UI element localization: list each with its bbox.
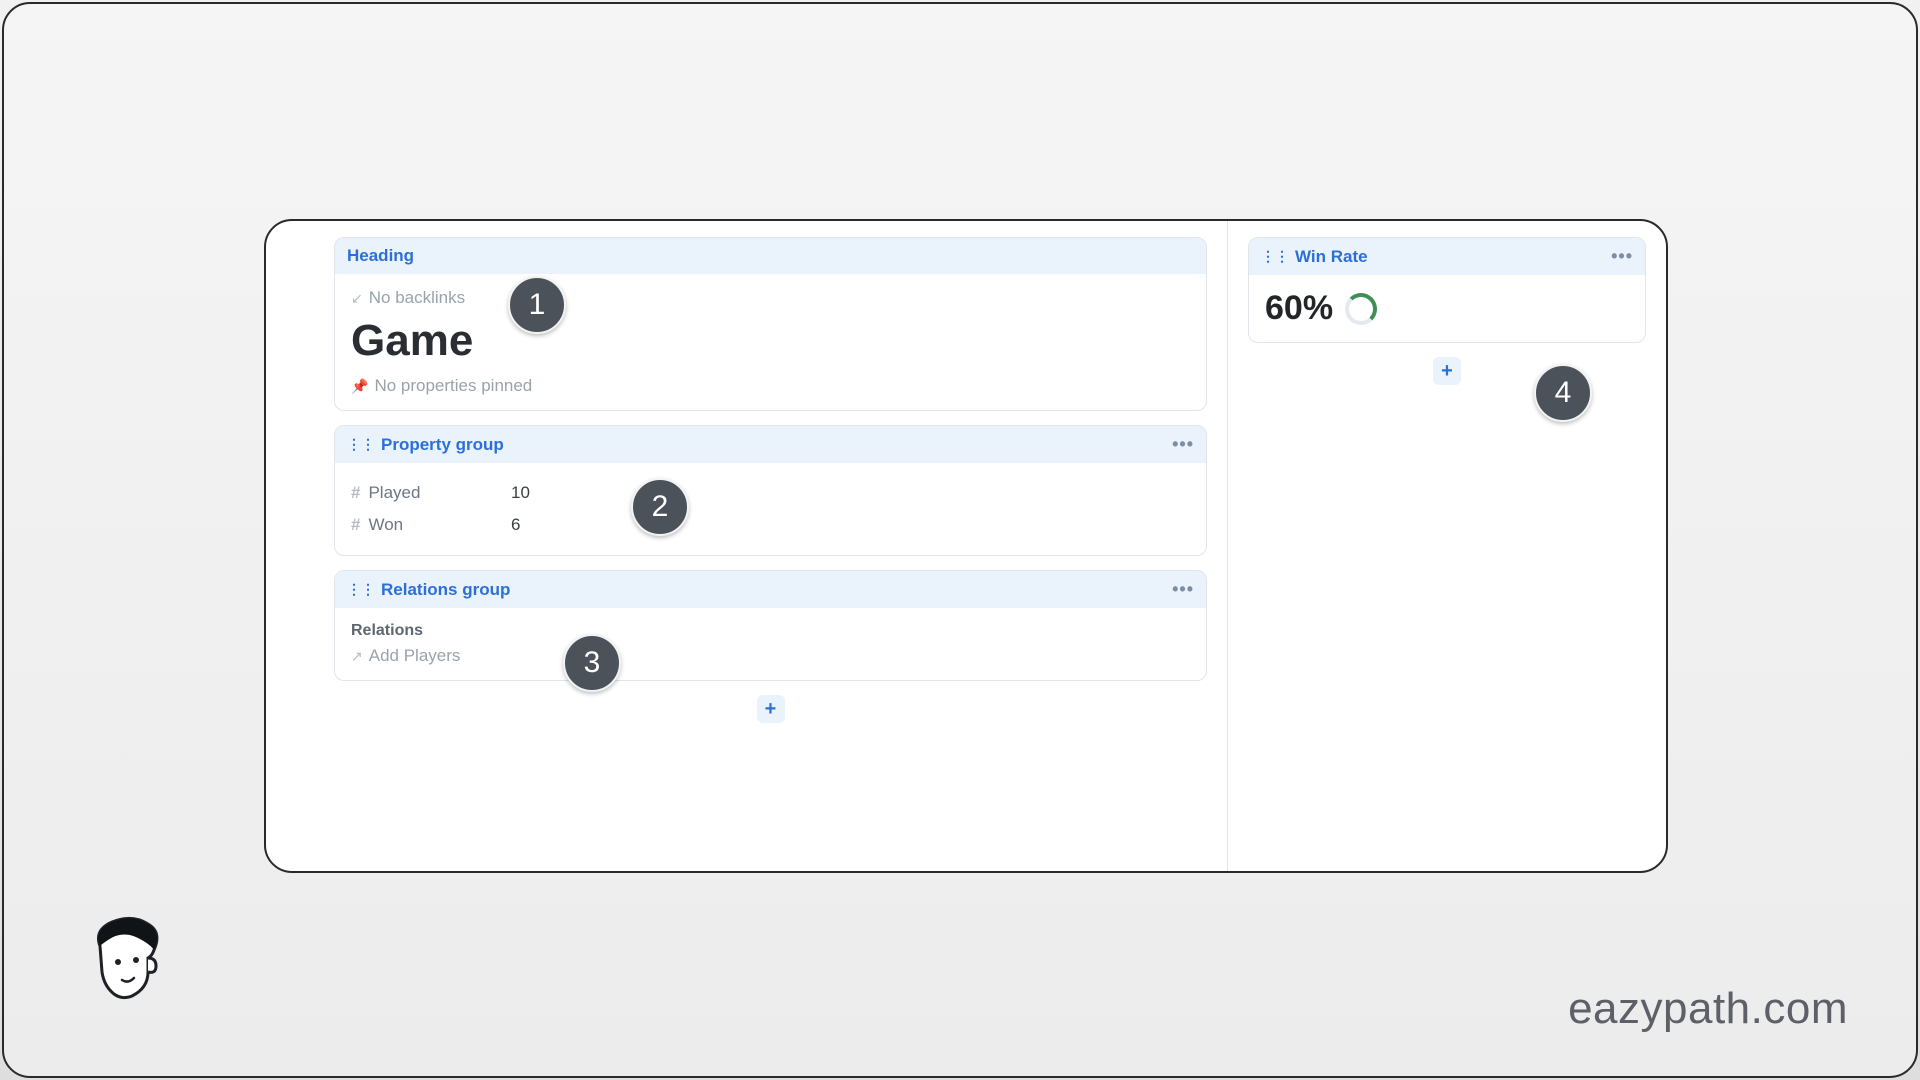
page-title[interactable]: Game	[351, 316, 1190, 366]
avatar	[82, 916, 168, 1014]
winrate-value: 60%	[1265, 289, 1333, 328]
left-column: Heading ↙ No backlinks Game 📌 No propert…	[266, 221, 1228, 871]
winrate-menu-button[interactable]: •••	[1611, 246, 1633, 267]
winrate-label: Win Rate	[1295, 247, 1368, 267]
hash-icon: #	[351, 515, 360, 535]
progress-ring-icon	[1345, 293, 1377, 325]
add-relation-label: Add Players	[369, 646, 461, 666]
property-label: Won	[368, 515, 403, 535]
heading-card-body: ↙ No backlinks Game 📌 No properties pinn…	[335, 274, 1206, 410]
pinned-row[interactable]: 📌 No properties pinned	[351, 376, 1190, 396]
property-group-menu-button[interactable]: •••	[1172, 434, 1194, 455]
heading-card-label: Heading	[347, 246, 414, 266]
right-column: ⋮⋮ Win Rate ••• 60% +	[1228, 221, 1666, 871]
add-block-wrapper: +	[334, 695, 1207, 723]
add-block-button-left[interactable]: +	[757, 695, 785, 723]
property-group-label: Property group	[381, 435, 504, 455]
hash-icon: #	[351, 483, 360, 503]
relations-group-body: Relations ↗ Add Players	[335, 608, 1206, 680]
backlinks-row[interactable]: ↙ No backlinks	[351, 288, 1190, 308]
property-value[interactable]: 6	[511, 515, 520, 535]
drag-handle-icon[interactable]: ⋮⋮	[347, 436, 375, 453]
add-block-button-right[interactable]: +	[1433, 357, 1461, 385]
annotation-badge-2: 2	[631, 478, 689, 536]
pinned-text: No properties pinned	[374, 376, 532, 396]
property-group-card: ⋮⋮ Property group ••• # Played 10 #	[334, 425, 1207, 556]
property-group-body: # Played 10 # Won 6	[335, 463, 1206, 555]
winrate-body: 60%	[1249, 275, 1645, 342]
relations-group-menu-button[interactable]: •••	[1172, 579, 1194, 600]
drag-handle-icon[interactable]: ⋮⋮	[347, 581, 375, 598]
relations-group-header[interactable]: ⋮⋮ Relations group •••	[335, 571, 1206, 608]
property-label: Played	[368, 483, 420, 503]
property-row-won[interactable]: # Won 6	[351, 509, 1190, 541]
heading-card-header[interactable]: Heading	[335, 238, 1206, 274]
backlinks-text: No backlinks	[369, 288, 465, 308]
annotation-badge-4: 4	[1534, 364, 1592, 422]
relation-arrow-icon: ↗	[351, 648, 363, 665]
winrate-card: ⋮⋮ Win Rate ••• 60%	[1248, 237, 1646, 343]
relations-group-card: ⋮⋮ Relations group ••• Relations ↗ Add P…	[334, 570, 1207, 681]
heading-card: Heading ↙ No backlinks Game 📌 No propert…	[334, 237, 1207, 411]
relations-group-label: Relations group	[381, 580, 510, 600]
annotation-badge-1: 1	[508, 276, 566, 334]
add-relation-button[interactable]: ↗ Add Players	[351, 646, 1190, 666]
winrate-header[interactable]: ⋮⋮ Win Rate •••	[1249, 238, 1645, 275]
brand-watermark: eazypath.com	[1568, 984, 1848, 1034]
annotation-badge-3: 3	[563, 634, 621, 692]
property-value[interactable]: 10	[511, 483, 530, 503]
pin-icon: 📌	[351, 378, 368, 395]
app-frame: Heading ↙ No backlinks Game 📌 No propert…	[2, 2, 1918, 1078]
property-group-header[interactable]: ⋮⋮ Property group •••	[335, 426, 1206, 463]
drag-handle-icon[interactable]: ⋮⋮	[1261, 248, 1289, 265]
property-row-played[interactable]: # Played 10	[351, 477, 1190, 509]
backlink-arrow-icon: ↙	[351, 290, 363, 307]
relations-section-title: Relations	[351, 622, 1190, 640]
editor-window: Heading ↙ No backlinks Game 📌 No propert…	[264, 219, 1668, 873]
